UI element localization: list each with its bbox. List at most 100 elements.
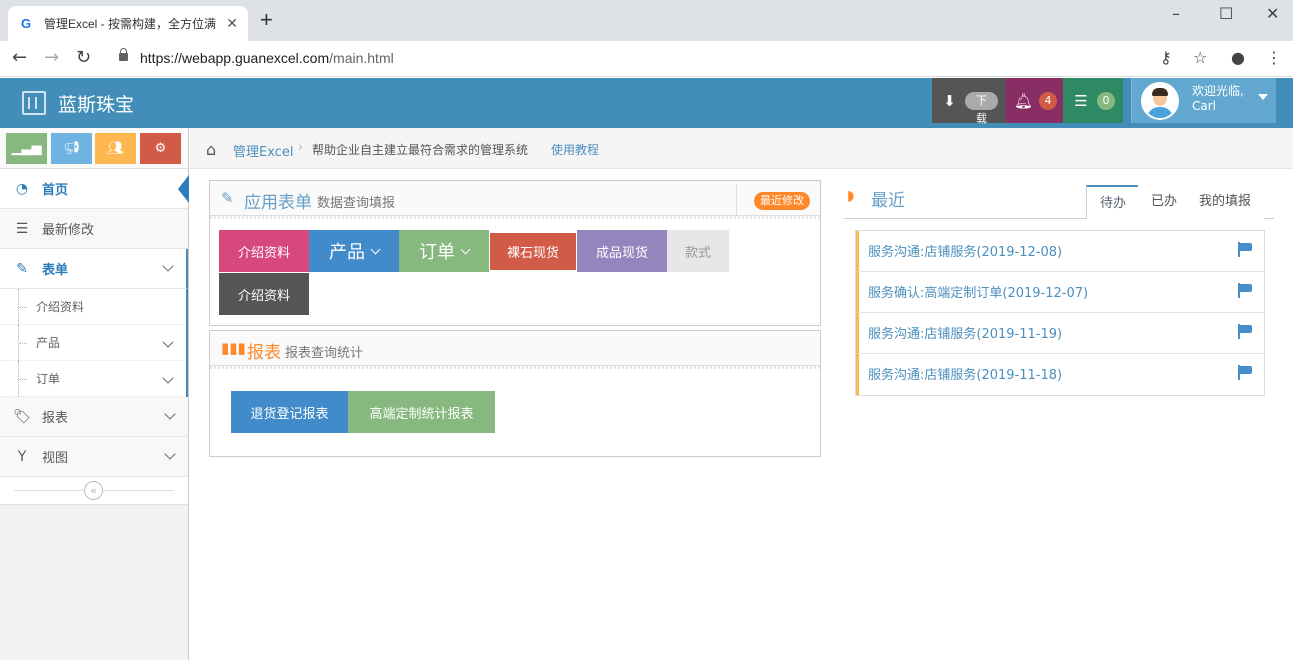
sidebar-subitem-orders[interactable]: 订单 [0, 361, 186, 397]
chevron-right-icon: › [298, 140, 304, 155]
tab-my-submissions[interactable]: 我的填报 [1186, 185, 1265, 219]
chevron-down-icon [370, 244, 381, 254]
users-icon[interactable]: 👥︎ [95, 133, 136, 164]
dashboard-icon: ◔ [15, 180, 29, 197]
breadcrumb: ⌂ 管理Excel › 帮助企业自主建立最符合需求的管理系统 使用教程 [190, 128, 1293, 169]
window-close-icon[interactable]: ✕ [1266, 4, 1279, 23]
sidebar-subitem-label: 产品 [36, 336, 61, 350]
brand-title[interactable]: 蓝斯珠宝 [58, 90, 134, 117]
double-left-icon[interactable]: « [84, 481, 103, 500]
recent-changes-badge[interactable]: 最近修改 [754, 192, 810, 210]
messages-button[interactable]: ☰ 0 [1063, 78, 1123, 123]
tile-styles[interactable]: 款式 [667, 230, 729, 272]
tile-finished-goods[interactable]: 成品现货 [577, 230, 667, 272]
bell-icon: 🔔︎ [1014, 91, 1034, 110]
tile-intro-2[interactable]: 介绍资料 [219, 273, 309, 315]
forms-widget-subtitle: 数据查询填报 [317, 196, 396, 211]
forms-submenu: 介绍资料 产品 订单 [0, 289, 188, 397]
signal-icon[interactable]: ▁▃▅ [6, 133, 47, 164]
sidebar-subitem-intro[interactable]: 介绍资料 [0, 289, 186, 325]
list-item-text: 服务沟通:店铺服务(2019-11-19) [868, 327, 1063, 342]
tile-loose-stones[interactable]: 裸石现货 [490, 233, 576, 270]
notifications-badge: 4 [1039, 91, 1058, 110]
url-field[interactable]: https://webapp.guanexcel.com/main.html [140, 50, 394, 66]
chevron-down-icon [162, 260, 174, 272]
reload-icon[interactable]: ↻ [76, 48, 91, 68]
download-icon: ⬇ [943, 91, 956, 110]
sidebar-collapse-bar: « [0, 477, 188, 505]
bullhorn-icon[interactable]: 📢︎ [51, 133, 92, 164]
list-icon: ☰ [15, 220, 29, 237]
flag-icon [1238, 365, 1252, 380]
profile-icon[interactable]: ● [1231, 49, 1245, 67]
lock-icon [119, 48, 128, 61]
browser-tab[interactable]: G 管理Excel - 按需构建，全方位满 ✕ [8, 6, 248, 41]
sidebar: ▁▃▅ 📢︎ 👥︎ ⚙ ◔ 首页 ☰ 最新修改 ✎ 表单 介绍资料 产品 订单 … [0, 128, 189, 660]
url-host: webapp.guanexcel.com [182, 50, 330, 66]
list-item-text: 服务沟通:店铺服务(2019-11-18) [868, 368, 1063, 383]
tile-label: 产品 [329, 242, 365, 263]
list-item[interactable]: 服务沟通:店铺服务(2019-12-08) [856, 231, 1264, 272]
caret-down-icon [1258, 94, 1268, 100]
url-scheme: https:// [140, 50, 183, 66]
tab-close-icon[interactable]: ✕ [226, 15, 238, 32]
tutorial-link[interactable]: 使用教程 [551, 141, 599, 158]
tile-return-report[interactable]: 退货登记报表 [231, 391, 348, 433]
reports-widget-title: 报表 [247, 343, 281, 363]
sidebar-item-home[interactable]: ◔ 首页 [0, 169, 189, 209]
breadcrumb-link[interactable]: 管理Excel [233, 141, 293, 160]
chevron-down-icon [460, 244, 471, 254]
user-greeting: 欢迎光临, [1192, 84, 1244, 98]
user-menu[interactable]: 欢迎光临, Carl [1131, 78, 1276, 123]
cogs-icon[interactable]: ⚙ [140, 133, 181, 164]
list-item-text: 服务确认:高端定制订单(2019-12-07) [868, 286, 1089, 301]
tile-label: 介绍资料 [237, 288, 290, 304]
tile-label: 裸石现货 [506, 246, 559, 261]
list-item[interactable]: 服务沟通:店铺服务(2019-11-19) [856, 313, 1264, 354]
list-item[interactable]: 服务沟通:店铺服务(2019-11-18) [856, 354, 1264, 395]
minimize-icon[interactable]: – [1172, 4, 1180, 23]
tile-orders[interactable]: 订单 [399, 230, 489, 272]
flag-icon [1238, 324, 1252, 339]
tile-products[interactable]: 产品 [309, 230, 399, 272]
maximize-icon[interactable]: ☐ [1219, 4, 1233, 23]
new-tab-icon[interactable]: + [260, 9, 273, 31]
forms-widget-header: ✎ 应用表单 数据查询填报 最近修改 [210, 181, 820, 219]
tile-label: 款式 [684, 245, 711, 261]
sidebar-item-forms[interactable]: ✎ 表单 [0, 249, 188, 289]
tag-icon: 🏷︎ [13, 408, 31, 425]
sidebar-item-views[interactable]: Y 视图 [0, 437, 188, 477]
header-divider [736, 185, 737, 215]
site-favicon-icon: G [18, 15, 34, 32]
tile-label: 高端定制统计报表 [369, 406, 474, 422]
main-content: ✎ 应用表单 数据查询填报 最近修改 介绍资料 产品 订单 裸石现货 成品现货 … [190, 169, 1293, 660]
tab-todo[interactable]: 待办 [1086, 185, 1141, 219]
tile-custom-report[interactable]: 高端定制统计报表 [348, 391, 495, 433]
forms-widget-title: 应用表单 [244, 193, 312, 213]
edit-icon: ✎ [16, 260, 28, 277]
menu-dots-icon[interactable]: ⋮ [1266, 49, 1282, 67]
sidebar-item-label: 最新修改 [42, 223, 95, 238]
sidebar-shortcuts: ▁▃▅ 📢︎ 👥︎ ⚙ [0, 128, 188, 169]
tile-intro[interactable]: 介绍资料 [219, 230, 309, 272]
back-icon[interactable]: ← [12, 48, 27, 68]
list-item[interactable]: 服务确认:高端定制订单(2019-12-07) [856, 272, 1264, 313]
tab-done[interactable]: 已办 [1138, 185, 1191, 219]
star-icon[interactable]: ☆ [1193, 49, 1207, 67]
recent-list: 服务沟通:店铺服务(2019-12-08) 服务确认:高端定制订单(2019-1… [855, 230, 1265, 396]
download-label: 下载 [965, 91, 998, 125]
notifications-button[interactable]: 🔔︎ 4 [1006, 78, 1063, 123]
sidebar-item-reports[interactable]: 🏷︎ 报表 [0, 397, 188, 437]
key-icon[interactable]: ⚷ [1160, 49, 1172, 67]
address-bar: ← → ↻ https://webapp.guanexcel.com/main.… [0, 41, 1293, 77]
forward-icon[interactable]: → [44, 48, 59, 68]
sidebar-subitem-products[interactable]: 产品 [0, 325, 186, 361]
chevron-down-icon [162, 372, 174, 384]
user-info: 欢迎光临, Carl [1192, 84, 1244, 114]
sidebar-item-recent-changes[interactable]: ☰ 最新修改 [0, 209, 188, 249]
download-button[interactable]: ⬇ 下载 [932, 78, 1006, 125]
breadcrumb-description: 帮助企业自主建立最符合需求的管理系统 [312, 143, 529, 157]
tab-title: 管理Excel - 按需构建，全方位满 [44, 17, 217, 31]
recent-title: 最近 [871, 191, 905, 211]
reports-widget: ▮▮▮ 报表 报表查询统计 退货登记报表 高端定制统计报表 [209, 330, 821, 457]
